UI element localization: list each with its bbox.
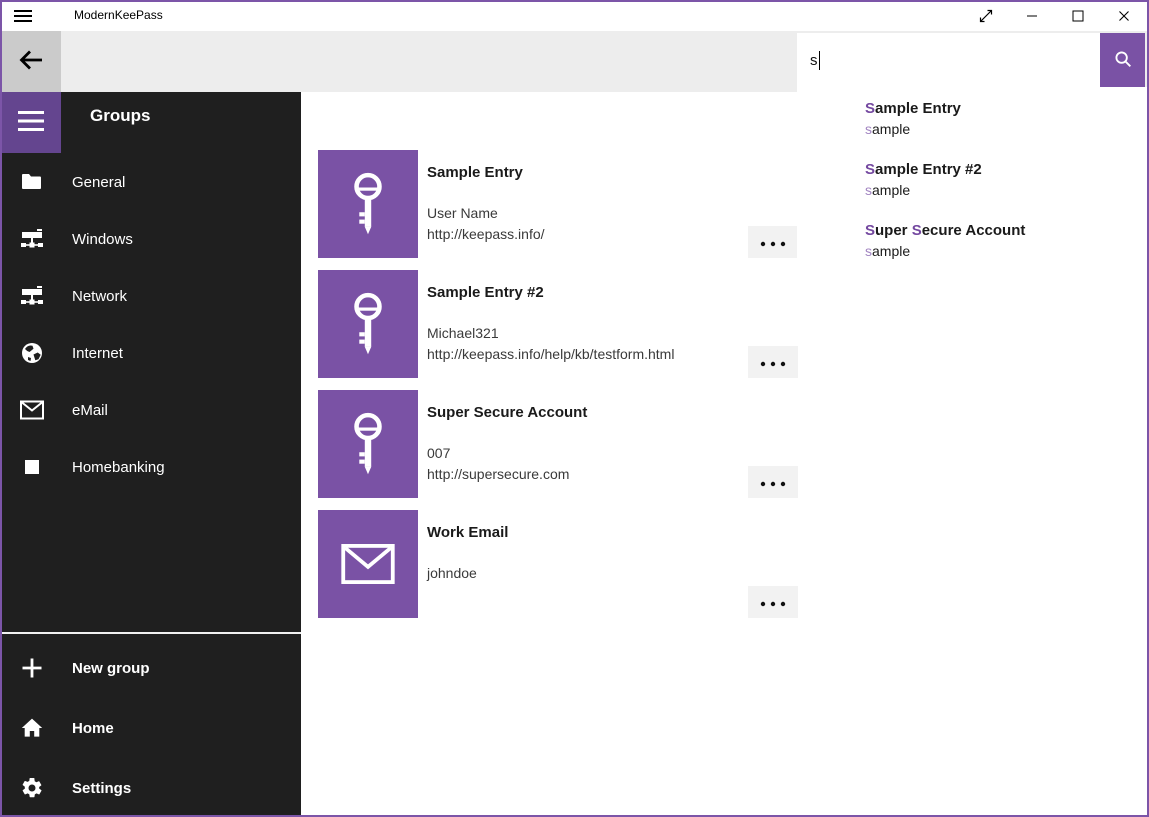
entry-username: Michael321 xyxy=(427,325,499,341)
entry-tile xyxy=(318,150,418,258)
entry-url: http://keepass.info/help/kb/testform.htm… xyxy=(427,346,674,362)
titlebar: ModernKeePass xyxy=(0,0,1149,31)
caption-buttons xyxy=(963,1,1147,30)
minimize-button[interactable] xyxy=(1009,1,1055,30)
sidebar-toggle-button[interactable] xyxy=(0,92,61,153)
minimize-icon xyxy=(1024,8,1040,24)
search-suggestion[interactable]: Super Secure Account sample xyxy=(865,221,1148,261)
square-icon xyxy=(20,455,44,479)
key-icon xyxy=(346,411,390,477)
globe-icon xyxy=(20,341,44,365)
maximize-button[interactable] xyxy=(1055,1,1101,30)
entry-more-button[interactable] xyxy=(748,226,798,258)
suggestion-subtitle: sample xyxy=(865,119,1148,139)
back-button[interactable] xyxy=(0,31,61,92)
suggestion-title: Sample Entry #2 xyxy=(865,160,1148,180)
sidebar-item-internet[interactable]: Internet xyxy=(0,325,301,381)
plus-icon xyxy=(20,656,44,680)
home-icon xyxy=(20,716,44,740)
sidebar-item-windows[interactable]: Windows xyxy=(0,211,301,267)
fullscreen-button[interactable] xyxy=(963,1,1009,30)
entry-row[interactable]: Super Secure Account 007 http://supersec… xyxy=(318,390,798,498)
gear-icon xyxy=(20,776,44,800)
hamburger-icon xyxy=(18,111,44,134)
search-suggestions: Sample Entry sample Sample Entry #2 samp… xyxy=(797,87,1148,277)
sidebar-action-settings[interactable]: Settings xyxy=(0,760,301,816)
entry-tile xyxy=(318,390,418,498)
entry-username: 007 xyxy=(427,445,450,461)
entry-title: Work Email xyxy=(427,524,508,541)
suggestion-title: Super Secure Account xyxy=(865,221,1148,241)
search-input-value: s xyxy=(810,52,818,69)
suggestion-title: Sample Entry xyxy=(865,99,1148,119)
search-icon xyxy=(1112,48,1134,73)
ellipsis-icon xyxy=(760,355,786,370)
search-input[interactable]: s xyxy=(797,33,1100,87)
fullscreen-icon xyxy=(978,8,994,24)
ellipsis-icon xyxy=(760,235,786,250)
groups-header: Groups xyxy=(90,106,150,126)
suggestion-subtitle: sample xyxy=(865,180,1148,200)
close-button[interactable] xyxy=(1101,1,1147,30)
entry-row[interactable]: Work Email johndoe xyxy=(318,510,798,618)
entry-username: User Name xyxy=(427,205,498,221)
entry-tile xyxy=(318,270,418,378)
text-caret xyxy=(819,51,821,70)
ellipsis-icon xyxy=(760,595,786,610)
sidebar-action-new-group[interactable]: New group xyxy=(0,640,301,696)
search-button[interactable] xyxy=(1100,33,1145,87)
mail-icon xyxy=(341,544,395,584)
entry-row[interactable]: Sample Entry User Name http://keepass.in… xyxy=(318,150,798,258)
close-icon xyxy=(1116,8,1132,24)
entry-title: Super Secure Account xyxy=(427,404,587,421)
entry-title: Sample Entry #2 xyxy=(427,284,544,301)
hamburger-icon[interactable] xyxy=(14,9,32,21)
key-icon xyxy=(346,171,390,237)
sidebar-item-general[interactable]: General xyxy=(0,154,301,210)
search-suggestion[interactable]: Sample Entry #2 sample xyxy=(865,160,1148,200)
network-icon xyxy=(20,284,44,308)
sidebar-item-homebanking[interactable]: Homebanking xyxy=(0,439,301,495)
window-title: ModernKeePass xyxy=(74,0,163,31)
sidebar-action-home[interactable]: Home xyxy=(0,700,301,756)
app-window: ModernKeePass sample s xyxy=(0,0,1149,817)
maximize-icon xyxy=(1070,8,1086,24)
entry-row[interactable]: Sample Entry #2 Michael321 http://keepas… xyxy=(318,270,798,378)
entry-username: johndoe xyxy=(427,565,477,581)
mail-icon xyxy=(20,398,44,422)
sidebar-item-email[interactable]: eMail xyxy=(0,382,301,438)
entry-title: Sample Entry xyxy=(427,164,523,181)
folder-icon xyxy=(20,170,44,194)
entry-more-button[interactable] xyxy=(748,346,798,378)
entry-more-button[interactable] xyxy=(748,466,798,498)
entry-url: http://keepass.info/ xyxy=(427,226,545,242)
suggestion-subtitle: sample xyxy=(865,241,1148,261)
sidebar-divider xyxy=(0,632,301,634)
back-arrow-icon xyxy=(17,46,45,77)
key-icon xyxy=(346,291,390,357)
entry-more-button[interactable] xyxy=(748,586,798,618)
sidebar: Groups General Windows Network Internet … xyxy=(0,92,301,817)
ellipsis-icon xyxy=(760,475,786,490)
search-suggestion[interactable]: Sample Entry sample xyxy=(865,99,1148,139)
entry-tile xyxy=(318,510,418,618)
entry-url: http://supersecure.com xyxy=(427,466,569,482)
sidebar-item-network[interactable]: Network xyxy=(0,268,301,324)
network-icon xyxy=(20,227,44,251)
